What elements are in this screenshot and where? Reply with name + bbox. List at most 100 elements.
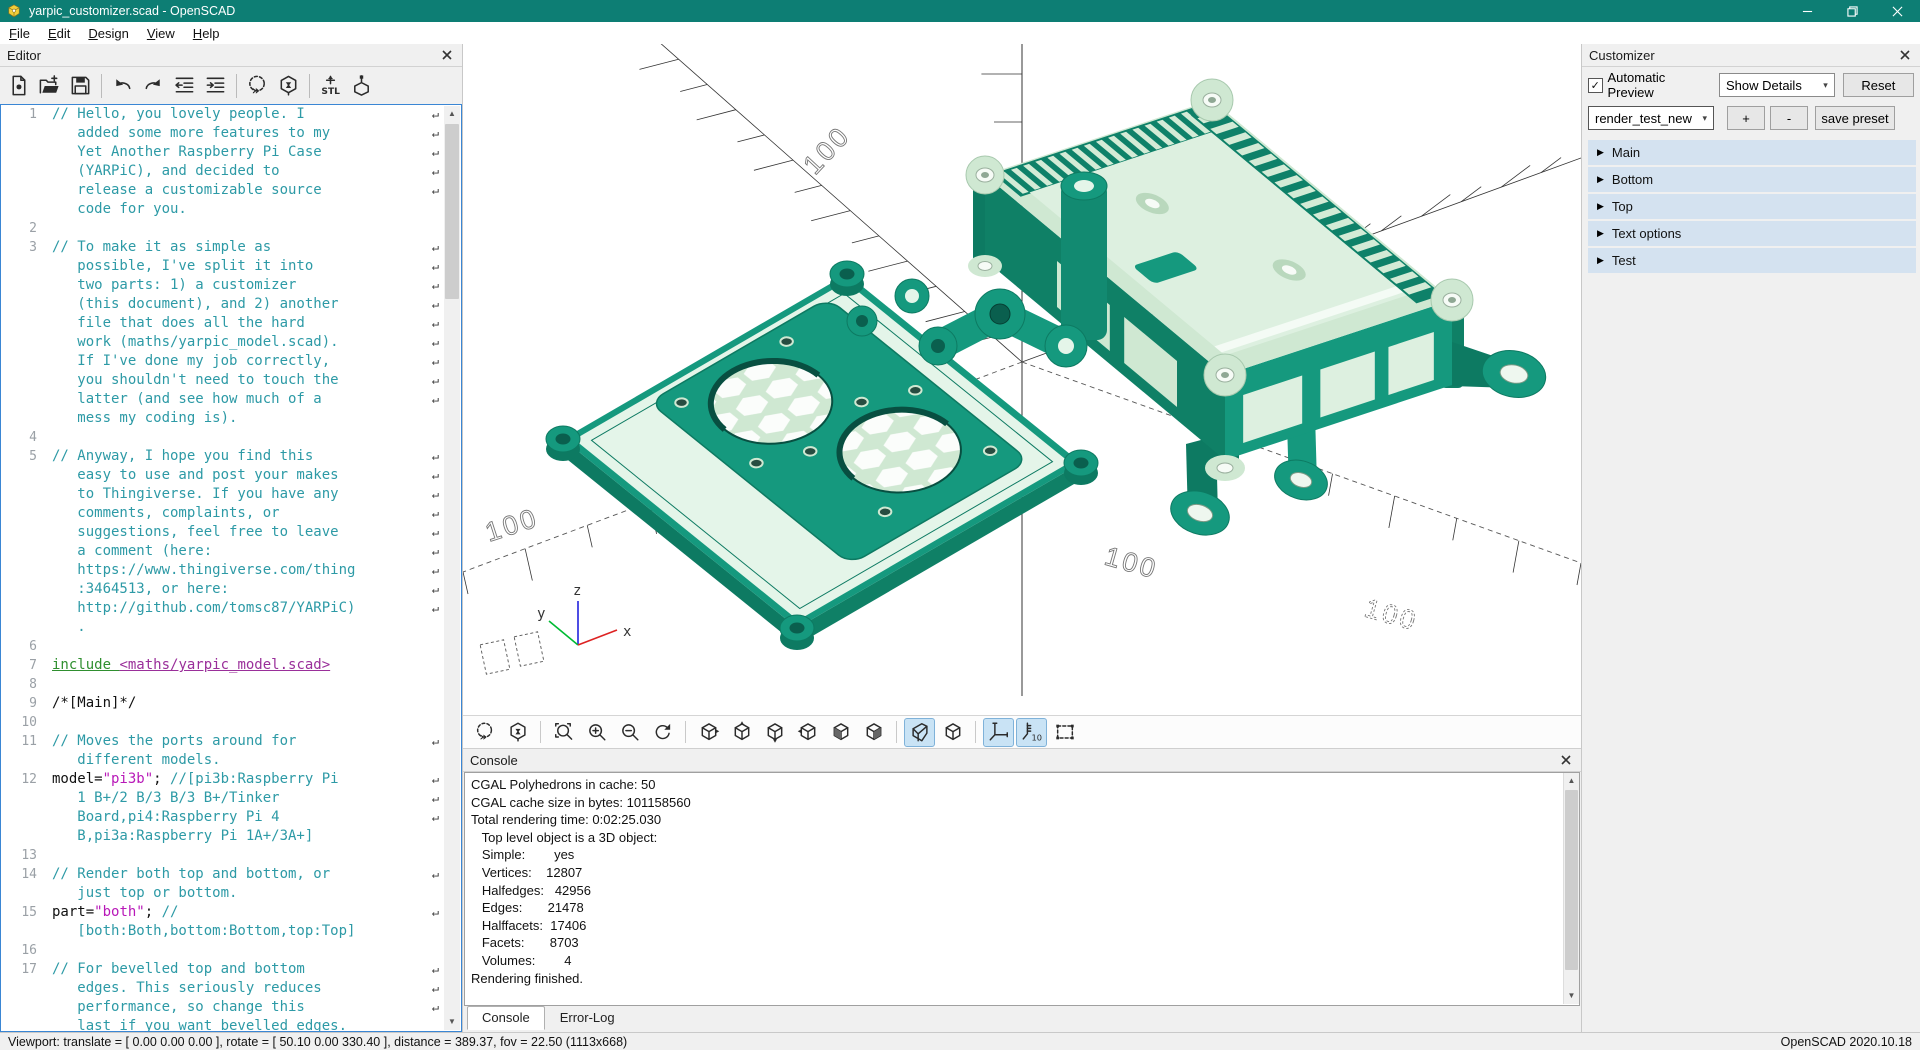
console-tabs: ConsoleError-Log [467,1006,630,1030]
perspective-button[interactable] [904,718,935,747]
restore-button[interactable] [1830,0,1875,22]
new-file-icon [7,74,30,97]
line-wrap-icon: ↵ [432,580,439,599]
menu-design[interactable]: Design [79,22,137,44]
line-wrap-icon: ↵ [432,105,439,124]
code-editor[interactable]: 1// Hello, you lovely people. I↵ added s… [0,104,462,1032]
remove-preset-button[interactable]: - [1770,106,1808,130]
show-axes-button[interactable] [983,718,1014,747]
redo-icon [142,74,165,97]
title-bar: yarpic_customizer.scad - OpenSCAD [0,0,1920,22]
tab-console[interactable]: Console [467,1006,545,1030]
view-bottom-button[interactable] [759,718,790,747]
code-line: 15part="both"; //↵ [1,903,461,922]
toolbar-separator [685,721,686,743]
code-line: edges. This seriously reduces↵ [1,979,461,998]
menu-help[interactable]: Help [184,22,229,44]
line-wrap-icon: ↵ [432,960,439,979]
automatic-preview-checkbox[interactable]: ✓ [1588,78,1603,93]
zoom-out-button[interactable] [614,718,645,747]
view-front-button[interactable] [825,718,856,747]
tab-error-log[interactable]: Error-Log [545,1006,630,1030]
zoom-in-button[interactable] [581,718,612,747]
orthogonal-button[interactable] [937,718,968,747]
scroll-down-icon[interactable]: ▼ [444,1014,460,1030]
svg-text:»: » [252,83,260,97]
print-3d-button[interactable] [346,70,377,101]
viewport-3d[interactable]: 100100100100zyx [463,44,1581,716]
editor-scrollbar[interactable]: ▲ ▼ [444,106,460,1030]
editor-close-button[interactable] [442,48,456,62]
customizer-group-main[interactable]: ▶Main [1588,140,1916,165]
console-scrollbar-thumb[interactable] [1565,790,1578,970]
customizer-close-button[interactable] [1900,48,1914,62]
code-line: (YARPiC), and decided to↵ [1,162,461,181]
scroll-up-icon[interactable]: ▲ [444,106,460,122]
line-wrap-icon: ↵ [432,998,439,1017]
show-scale-markers-button[interactable]: 10 [1016,718,1047,747]
editor-scrollbar-thumb[interactable] [445,124,459,299]
preview-button[interactable]: » [469,718,500,747]
automatic-preview-label: Automatic Preview [1608,70,1711,100]
close-icon [1892,6,1903,17]
save-button[interactable] [65,70,96,101]
menu-edit[interactable]: Edit [39,22,79,44]
preset-dropdown[interactable]: render_test_new▾ [1588,106,1714,130]
customizer-group-text-options[interactable]: ▶Text options [1588,221,1916,246]
unindent-button[interactable] [169,70,200,101]
render-button[interactable] [273,70,304,101]
customizer-group-bottom[interactable]: ▶Bottom [1588,167,1916,192]
view-back-button[interactable] [858,718,889,747]
undo-button[interactable] [107,70,138,101]
close-icon [1561,755,1571,765]
triangle-right-icon: ▶ [1597,255,1604,266]
customizer-panel-header: Customizer [1582,44,1920,67]
new-file-button[interactable] [3,70,34,101]
view-top-button[interactable] [726,718,757,747]
close-button[interactable] [1875,0,1920,22]
console-panel-header: Console [463,749,1581,772]
line-wrap-icon: ↵ [432,789,439,808]
console-scrollbar[interactable]: ▲ ▼ [1563,773,1579,1004]
view-left-button[interactable] [792,718,823,747]
customizer-group-top[interactable]: ▶Top [1588,194,1916,219]
view-all-button[interactable] [1049,718,1080,747]
zoom-in-icon [586,721,608,743]
undo-icon [111,74,134,97]
console-close-button[interactable] [1561,753,1575,767]
code-line: 1 B+/2 B/3 B/3 B+/Tinker↵ [1,789,461,808]
svg-text:»: » [479,730,487,743]
console-output: CGAL Polyhedrons in cache: 50 CGAL cache… [464,772,1580,1006]
code-line: :3464513, or here:↵ [1,580,461,599]
code-line: 9/*[Main]*/ [1,694,461,713]
open-file-button[interactable] [34,70,65,101]
add-preset-button[interactable]: + [1727,106,1765,130]
indent-button[interactable] [200,70,231,101]
redo-button[interactable] [138,70,169,101]
render-button[interactable] [502,718,533,747]
customizer-panel-title: Customizer [1589,48,1655,63]
preview-button[interactable]: » [242,70,273,101]
customizer-group-test[interactable]: ▶Test [1588,248,1916,273]
customizer-groups: ▶Main▶Bottom▶Top▶Text options▶Test [1588,140,1916,275]
menu-file[interactable]: File [0,22,39,44]
svg-text:10: 10 [1031,732,1042,742]
zoom-all-button[interactable] [548,718,579,747]
view-right-button[interactable] [693,718,724,747]
code-line: 12model="pi3b"; //[pi3b:Raspberry Pi↵ [1,770,461,789]
scroll-down-icon[interactable]: ▼ [1564,988,1579,1004]
menu-view[interactable]: View [138,22,184,44]
details-dropdown[interactable]: Show Details▾ [1719,73,1835,97]
reset-view-button[interactable] [647,718,678,747]
code-line: 13 [1,846,461,865]
save-preset-button[interactable]: save preset [1815,106,1895,130]
minimize-button[interactable] [1785,0,1830,22]
scroll-up-icon[interactable]: ▲ [1564,773,1579,789]
export-stl-button[interactable]: STL [315,70,346,101]
render-icon [277,74,300,97]
reset-button[interactable]: Reset [1843,73,1914,97]
svg-text:100: 100 [797,120,856,180]
svg-text:100: 100 [1101,541,1161,585]
print-3d-icon [350,74,373,97]
open-file-icon [38,74,61,97]
